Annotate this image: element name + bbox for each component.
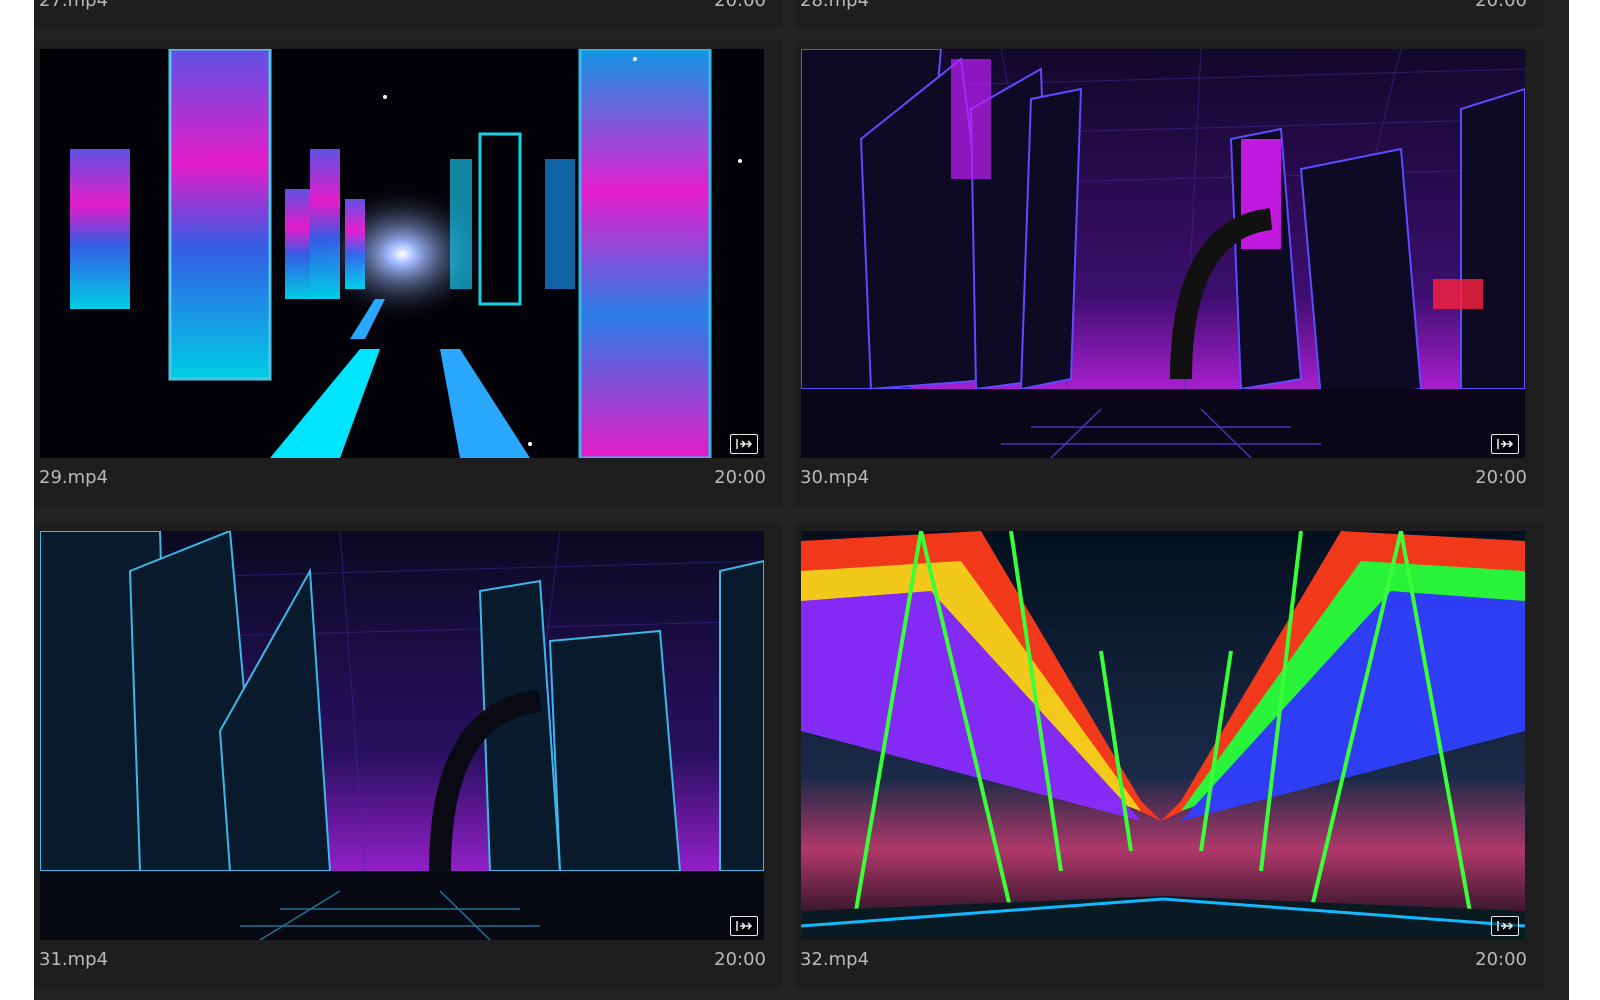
- media-bin-grid: 27.mp4 20:00 28.mp4 20:00 29.mp4 20:00 3…: [34, 0, 1569, 1000]
- clip-thumbnail[interactable]: [801, 531, 1525, 940]
- clip-filename: 29.mp4: [39, 467, 109, 488]
- clip-thumbnail[interactable]: [40, 49, 764, 458]
- merged-clip-icon: [730, 916, 758, 936]
- clip-filename: 32.mp4: [800, 949, 870, 970]
- clip-tile-31[interactable]: 31.mp4 20:00: [34, 523, 782, 989]
- clip-tile-28[interactable]: 28.mp4 20:00: [795, 0, 1543, 28]
- merged-clip-icon: [1491, 916, 1519, 936]
- clip-duration: 20:00: [1475, 0, 1527, 11]
- clip-duration: 20:00: [714, 949, 766, 970]
- clip-duration: 20:00: [714, 467, 766, 488]
- clip-thumbnail[interactable]: [801, 49, 1525, 458]
- clip-tile-32[interactable]: 32.mp4 20:00: [795, 523, 1543, 989]
- clip-duration: 20:00: [714, 0, 766, 11]
- clip-filename: 27.mp4: [39, 0, 109, 11]
- merged-clip-icon: [730, 434, 758, 454]
- clip-tile-27[interactable]: 27.mp4 20:00: [34, 0, 782, 28]
- clip-filename: 30.mp4: [800, 467, 870, 488]
- clip-tile-30[interactable]: 30.mp4 20:00: [795, 41, 1543, 507]
- clip-filename: 31.mp4: [39, 949, 109, 970]
- clip-thumbnail[interactable]: [40, 531, 764, 940]
- merged-clip-icon: [1491, 434, 1519, 454]
- clip-filename: 28.mp4: [800, 0, 870, 11]
- clip-tile-29[interactable]: 29.mp4 20:00: [34, 41, 782, 507]
- clip-duration: 20:00: [1475, 949, 1527, 970]
- clip-duration: 20:00: [1475, 467, 1527, 488]
